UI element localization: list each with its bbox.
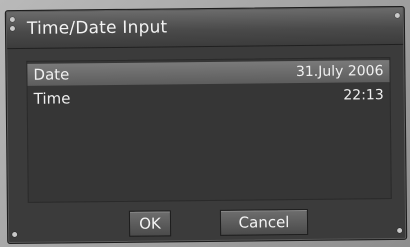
list-item-time[interactable]: Time 22:13 [28, 84, 390, 110]
corner-screw-icon [9, 25, 16, 32]
time-label: Time [33, 89, 71, 108]
corner-screw-icon [394, 12, 400, 19]
dialog-titlebar: Time/Date Input [6, 7, 404, 50]
date-label: Date [33, 65, 70, 84]
corner-screw-icon [12, 231, 18, 238]
dialog-title: Time/Date Input [26, 17, 168, 39]
cancel-button[interactable]: Cancel [219, 208, 309, 236]
date-value: 31.July 2006 [295, 63, 384, 81]
time-date-dialog: Time/Date Input Date 31.July 2006 Time 2… [4, 5, 408, 245]
corner-screw-icon [9, 16, 15, 23]
ok-button[interactable]: OK [128, 210, 172, 237]
time-value: 22:13 [343, 87, 384, 104]
screen-background: Time/Date Input Date 31.July 2006 Time 2… [0, 0, 410, 247]
list-item-date[interactable]: Date 31.July 2006 [27, 60, 390, 86]
field-list: Date 31.July 2006 Time 22:13 [26, 57, 392, 203]
corner-screw-icon [397, 227, 403, 234]
